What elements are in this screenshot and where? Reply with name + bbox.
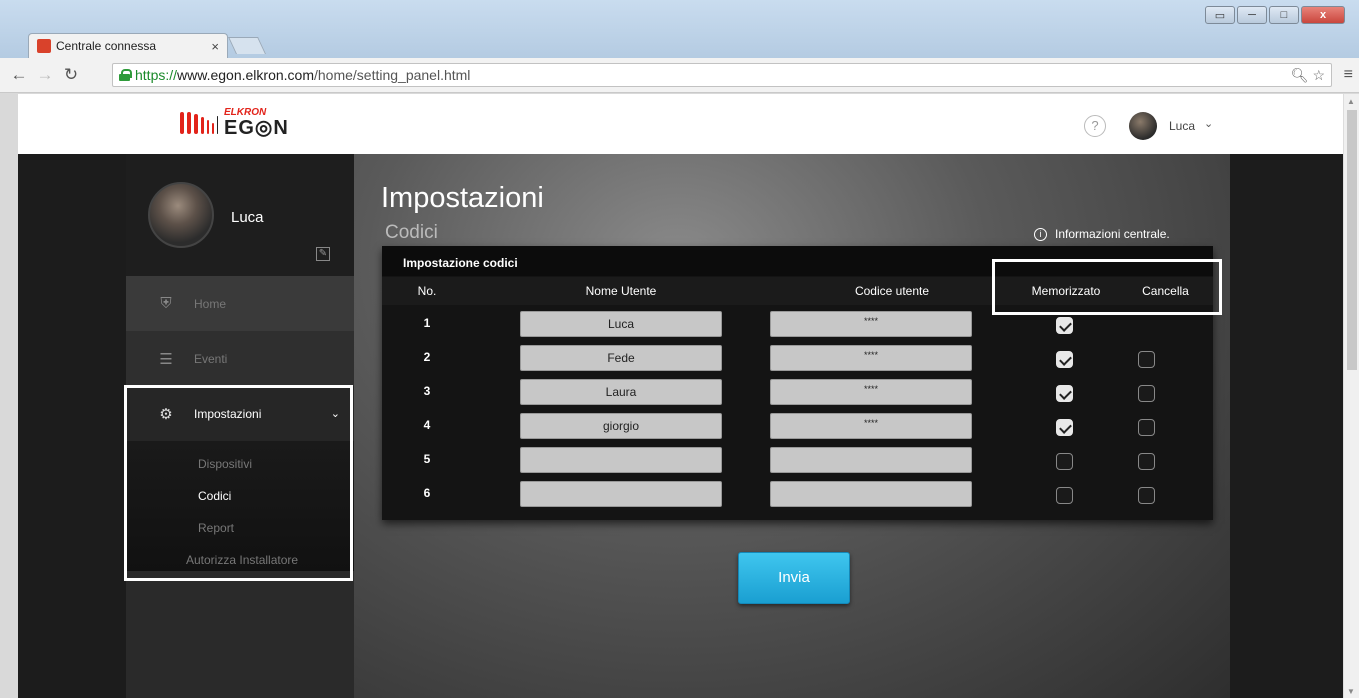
left-margin <box>18 154 126 698</box>
info-link-label: Informazioni centrale. <box>1055 227 1170 241</box>
scroll-up-arrow-icon[interactable]: ▲ <box>1347 97 1355 106</box>
table-row: 4 giorgio **** <box>382 410 1213 444</box>
user-menu-chevron-icon[interactable]: ⌄ <box>1204 117 1213 130</box>
header-username[interactable]: Luca <box>1169 119 1195 133</box>
address-bar[interactable]: https://www.egon.elkron.com/home/setting… <box>112 63 1332 87</box>
row-number: 2 <box>423 350 431 364</box>
zoom-bookmark-icons[interactable]: 🔍︎ ☆ <box>1291 67 1325 84</box>
row-number: 1 <box>423 316 431 330</box>
user-name-field[interactable] <box>520 481 722 507</box>
new-tab-button[interactable] <box>228 37 266 54</box>
window-minimize-button[interactable]: ─ <box>1237 6 1267 24</box>
table-row: 2 Fede **** <box>382 342 1213 376</box>
browser-titlebar: Centrale connessa × ▭ ─ □ x <box>0 0 1359 58</box>
page-scrollbar[interactable]: ▲ ▼ <box>1343 94 1359 698</box>
row-number: 4 <box>423 418 431 432</box>
user-name-field[interactable]: Fede <box>520 345 722 371</box>
user-code-field[interactable]: **** <box>770 413 972 439</box>
lock-icon <box>119 69 132 81</box>
user-code-field[interactable]: **** <box>770 345 972 371</box>
user-code-field[interactable] <box>770 481 972 507</box>
memorizzato-checkbox[interactable] <box>1056 453 1073 470</box>
list-icon: ☰ <box>159 350 173 368</box>
help-icon[interactable]: ? <box>1084 115 1106 137</box>
info-icon: i <box>1034 227 1047 241</box>
browser-menu-icon[interactable]: ≡ <box>1344 66 1353 84</box>
scroll-down-arrow-icon[interactable]: ▼ <box>1347 687 1355 696</box>
user-name-field[interactable]: Luca <box>520 311 722 337</box>
browser-tab[interactable]: Centrale connessa × <box>28 33 228 58</box>
window-close-button[interactable]: x <box>1301 6 1345 24</box>
column-header-nome-utente: Nome Utente <box>472 277 770 305</box>
table-row: 3 Laura **** <box>382 376 1213 410</box>
elkron-egon-logo[interactable]: ELKRON EG◎N <box>180 108 289 138</box>
column-header-no: No. <box>382 277 472 305</box>
forward-arrow-icon[interactable]: → <box>34 65 56 85</box>
user-name-field[interactable]: giorgio <box>520 413 722 439</box>
cancella-checkbox[interactable] <box>1138 419 1155 436</box>
panel-title: Impostazione codici <box>403 256 518 270</box>
user-code-field[interactable]: **** <box>770 311 972 337</box>
url-text: https://www.egon.elkron.com/home/setting… <box>135 67 471 83</box>
cancella-checkbox[interactable] <box>1138 453 1155 470</box>
window-maximize-button[interactable]: □ <box>1269 6 1299 24</box>
table-row: 5 <box>382 444 1213 478</box>
cancella-checkbox[interactable] <box>1138 351 1155 368</box>
page-viewport: ELKRON EG◎N ? Luca ⌄ Luca ✎ ⛨ Home ☰ Eve… <box>18 94 1343 698</box>
column-header-codice-utente: Codice utente <box>770 277 1014 305</box>
sidebar-highlight-box <box>124 385 353 581</box>
sidebar-item-label: Eventi <box>194 351 228 366</box>
page-title: Impostazioni <box>381 182 544 214</box>
memorizzato-checkbox[interactable] <box>1056 317 1073 334</box>
invia-button[interactable]: Invia <box>738 552 850 604</box>
sidebar-item-label: Home <box>194 296 227 311</box>
row-number: 6 <box>423 486 431 500</box>
tab-close-icon[interactable]: × <box>211 39 219 54</box>
edit-profile-icon[interactable]: ✎ <box>316 247 330 261</box>
row-number: 5 <box>423 452 431 466</box>
tab-title: Centrale connessa <box>56 39 157 53</box>
user-name-field[interactable]: Laura <box>520 379 722 405</box>
browser-toolbar: ← → ↻ https://www.egon.elkron.com/home/s… <box>0 58 1359 93</box>
right-margin <box>1230 154 1343 698</box>
shield-icon: ⛨ <box>160 295 172 312</box>
avatar <box>148 182 214 248</box>
window-profile-button[interactable]: ▭ <box>1205 6 1235 24</box>
window-controls: ▭ ─ □ x <box>1205 6 1345 24</box>
columns-highlight-box <box>992 259 1222 315</box>
profile-name: Luca <box>231 209 264 226</box>
site-header: ELKRON EG◎N ? Luca ⌄ <box>18 94 1343 154</box>
sidebar-item-home[interactable]: ⛨ Home <box>126 276 354 331</box>
sidebar-item-eventi[interactable]: ☰ Eventi <box>126 331 354 386</box>
row-number: 3 <box>423 384 431 398</box>
info-centrale-link[interactable]: i Informazioni centrale. <box>1034 227 1170 241</box>
logo-egon-text: EG◎N <box>224 117 289 139</box>
reload-icon[interactable]: ↻ <box>60 65 82 85</box>
back-arrow-icon[interactable]: ← <box>8 65 30 85</box>
memorizzato-checkbox[interactable] <box>1056 351 1073 368</box>
egon-favicon-icon <box>37 39 51 53</box>
table-row: 6 <box>382 478 1213 512</box>
page-subtitle: Codici <box>385 222 438 243</box>
user-code-field[interactable] <box>770 447 972 473</box>
user-code-field[interactable]: **** <box>770 379 972 405</box>
cancella-checkbox[interactable] <box>1138 487 1155 504</box>
memorizzato-checkbox[interactable] <box>1056 419 1073 436</box>
user-name-field[interactable] <box>520 447 722 473</box>
scrollbar-thumb[interactable] <box>1347 110 1357 370</box>
cancella-checkbox[interactable] <box>1138 385 1155 402</box>
memorizzato-checkbox[interactable] <box>1056 487 1073 504</box>
logo-bars-icon <box>180 112 218 134</box>
memorizzato-checkbox[interactable] <box>1056 385 1073 402</box>
header-avatar[interactable] <box>1129 112 1157 140</box>
sidebar-profile: Luca ✎ <box>126 154 354 276</box>
